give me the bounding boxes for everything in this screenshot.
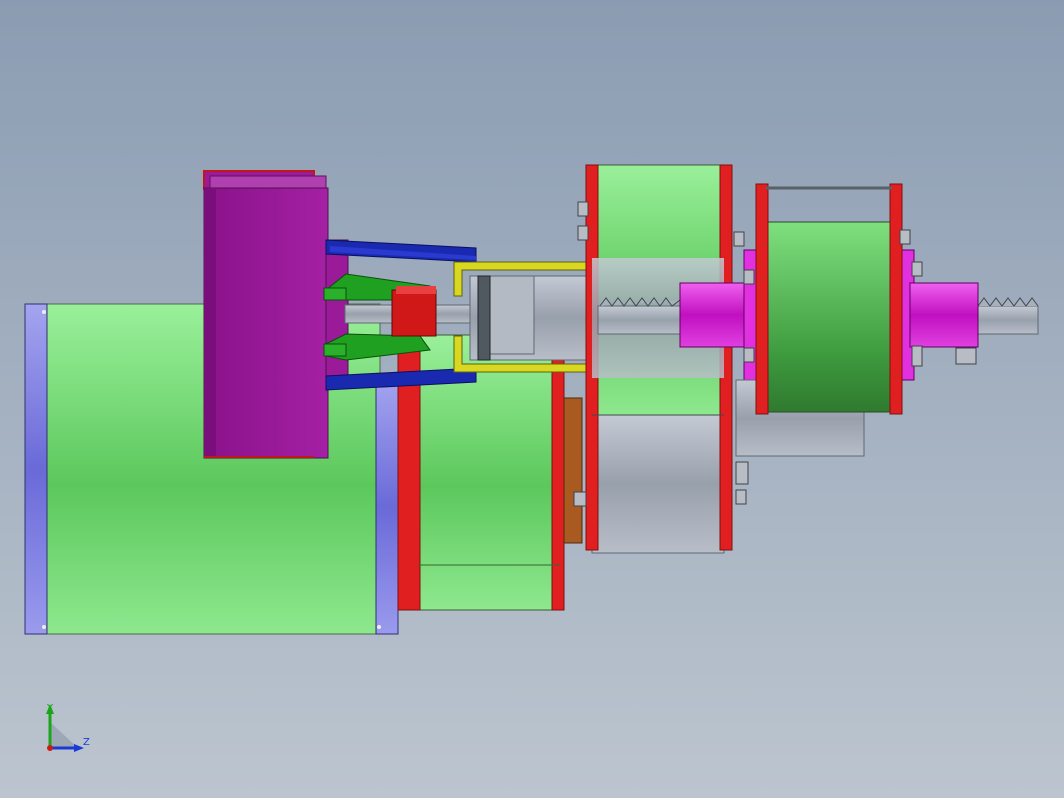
- bolt: [733, 231, 745, 247]
- housing-side: [204, 188, 216, 458]
- bolt: [743, 269, 755, 285]
- bolt: [577, 225, 589, 241]
- orange-disc: [563, 397, 583, 544]
- triad-plane: [50, 722, 78, 748]
- red-actuator-block: [391, 289, 437, 337]
- bolt: [743, 347, 755, 363]
- motor-rear-cap: [24, 303, 48, 635]
- bolt: [911, 261, 923, 277]
- cap-bolt: [42, 625, 46, 629]
- bolt: [899, 229, 911, 245]
- origin-dot: [47, 745, 53, 751]
- cap-bolt: [377, 625, 381, 629]
- drive-wheel[interactable]: [573, 164, 749, 554]
- motor-front-cap: [375, 379, 399, 635]
- bolt: [735, 461, 749, 485]
- coupling-frame[interactable]: [453, 261, 607, 373]
- coupling-disc-left: [477, 275, 491, 361]
- finger-pin-bottom: [323, 343, 347, 357]
- cap-bolt: [42, 310, 46, 314]
- bolt: [911, 345, 923, 367]
- red-block-top: [396, 286, 436, 294]
- z-axis-label: Z: [83, 737, 90, 748]
- gearbox-rim: [551, 334, 565, 611]
- wheel-lower-steel: [591, 414, 725, 554]
- right-wheel-body: [763, 221, 895, 413]
- finger-pin-top: [323, 287, 347, 301]
- assembly-model[interactable]: Y Z: [0, 0, 1064, 798]
- nut: [955, 347, 977, 365]
- rack-teeth: [977, 297, 1039, 307]
- bolt: [577, 201, 589, 217]
- axis-triad: Y Z: [46, 703, 90, 752]
- coupling-collar: [489, 275, 535, 355]
- magenta-hub-left: [679, 282, 749, 348]
- y-axis-label: Y: [46, 703, 54, 714]
- cad-viewport[interactable]: Y Z: [0, 0, 1064, 798]
- magenta-hub-right: [909, 282, 979, 348]
- bolt: [735, 489, 747, 505]
- bolt: [573, 491, 587, 507]
- housing-body: [203, 187, 329, 459]
- gripper-housing[interactable]: [203, 170, 349, 459]
- right-wheel-rim-left: [755, 183, 769, 415]
- right-wheel-rim-right: [889, 183, 903, 415]
